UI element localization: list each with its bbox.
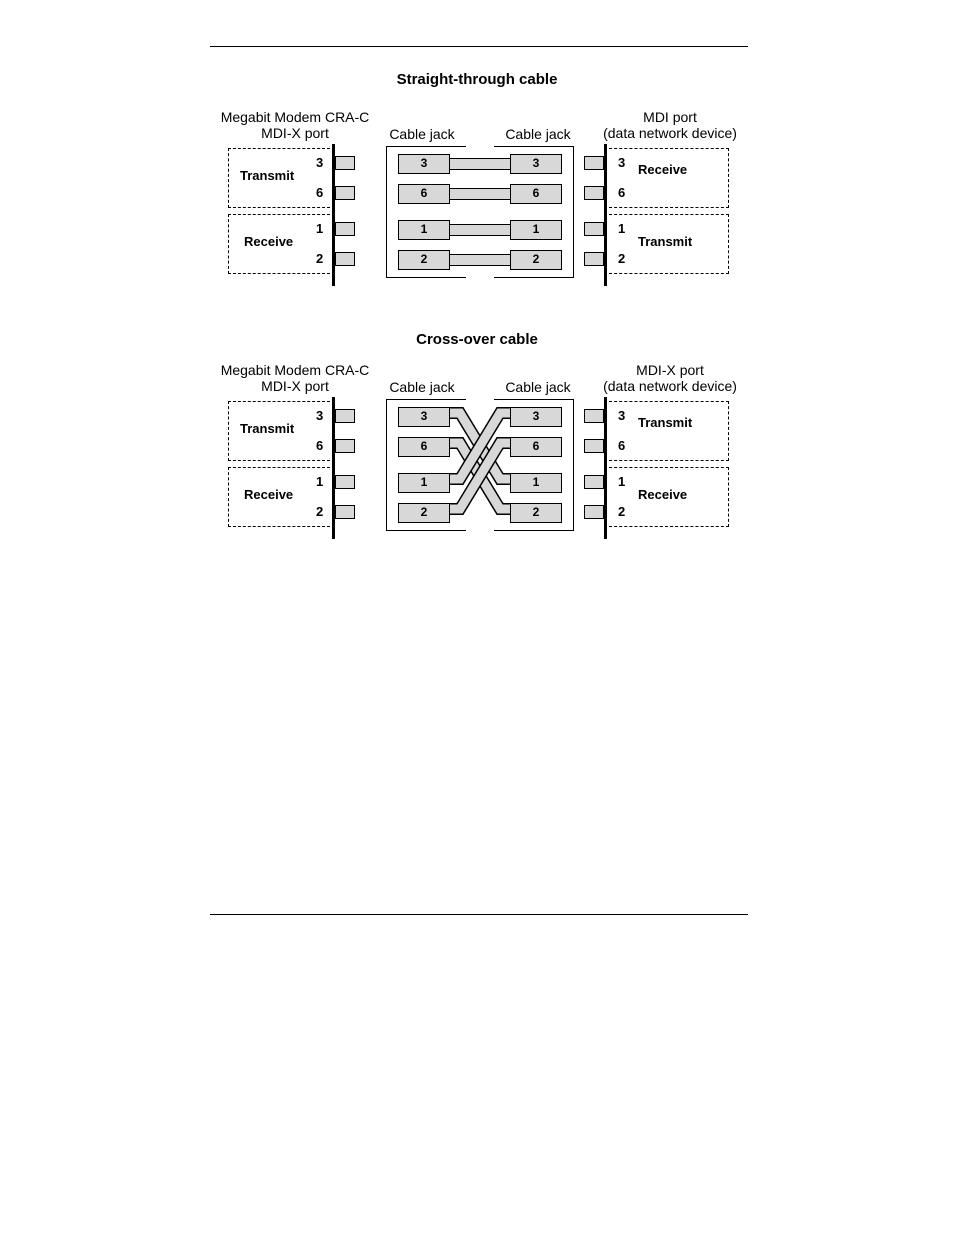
d2-right-tx: Transmit (638, 415, 692, 430)
d2-left-tx: Transmit (240, 421, 294, 436)
d2-jr-1: 1 (510, 473, 562, 493)
d1-right-pin-3: 3 (618, 155, 625, 170)
d2-right-port-label: MDI-X port (data network device) (590, 362, 750, 394)
d2-crossover-wires (450, 399, 510, 531)
d1-right-port-label-2: (data network device) (603, 125, 737, 141)
d1-right-rx: Receive (638, 162, 687, 177)
d1-jr-1: 1 (510, 220, 562, 240)
d1-left-stub-3 (335, 156, 355, 170)
d1-right-port-label: MDI port (data network device) (590, 109, 750, 141)
d2-jr-2: 2 (510, 503, 562, 523)
d1-left-stub-1 (335, 222, 355, 236)
d2-left-port-label-2: MDI-X port (261, 378, 329, 394)
d2-left-stub-1 (335, 475, 355, 489)
d1-left-port-label-2: MDI-X port (261, 125, 329, 141)
d2-left-stub-3 (335, 409, 355, 423)
d1-jr-3: 3 (510, 154, 562, 174)
d1-left-rx: Receive (244, 234, 293, 249)
d1-right-stub-6 (584, 186, 604, 200)
d1-right-stub-1 (584, 222, 604, 236)
d2-right-stub-3 (584, 409, 604, 423)
d1-right-pin-2: 2 (618, 251, 625, 266)
d1-jack-left-label: Cable jack (382, 126, 462, 142)
d2-jr-3: 3 (510, 407, 562, 427)
d1-left-pin-1: 1 (316, 221, 323, 236)
d1-right-port-label-1: MDI port (643, 109, 697, 125)
d2-left-stub-2 (335, 505, 355, 519)
d2-jl-3: 3 (398, 407, 450, 427)
d1-left-pin-6: 6 (316, 185, 323, 200)
d1-jl-1: 1 (398, 220, 450, 240)
d2-right-stub-6 (584, 439, 604, 453)
d1-right-rx-box (609, 148, 729, 208)
d1-right-pin-1: 1 (618, 221, 625, 236)
d1-jr-6: 6 (510, 184, 562, 204)
d2-right-pin-1: 1 (618, 474, 625, 489)
d2-right-stub-2 (584, 505, 604, 519)
d2-right-pin-6: 6 (618, 438, 625, 453)
d1-left-port-label: Megabit Modem CRA-C MDI-X port (215, 109, 375, 141)
d1-left-stub-6 (335, 186, 355, 200)
d2-jack-right-label: Cable jack (498, 379, 578, 395)
d2-left-stub-6 (335, 439, 355, 453)
d1-right-pin-6: 6 (618, 185, 625, 200)
d1-left-tx: Transmit (240, 168, 294, 183)
d1-right-stub-2 (584, 252, 604, 266)
d2-right-pin-3: 3 (618, 408, 625, 423)
d2-right-rx: Receive (638, 487, 687, 502)
d2-right-stub-1 (584, 475, 604, 489)
d1-left-stub-2 (335, 252, 355, 266)
d1-left-port-label-1: Megabit Modem CRA-C (221, 109, 370, 125)
d2-left-pin-2: 2 (316, 504, 323, 519)
d1-jl-2: 2 (398, 250, 450, 270)
d2-right-vert (604, 397, 607, 539)
d2-left-rx: Receive (244, 487, 293, 502)
d2-right-port-label-1: MDI-X port (636, 362, 704, 378)
d2-jl-2: 2 (398, 503, 450, 523)
d2-right-pin-2: 2 (618, 504, 625, 519)
d1-wire-6 (450, 188, 510, 200)
d1-wire-2 (450, 254, 510, 266)
d2-left-pin-3: 3 (316, 408, 323, 423)
footer-rule (210, 914, 748, 915)
d1-right-tx: Transmit (638, 234, 692, 249)
diagram2-title: Cross-over cable (0, 331, 954, 348)
d2-jr-6: 6 (510, 437, 562, 457)
d2-left-port-label-1: Megabit Modem CRA-C (221, 362, 370, 378)
d1-wire-1 (450, 224, 510, 236)
d2-left-port-label: Megabit Modem CRA-C MDI-X port (215, 362, 375, 394)
d1-left-pin-2: 2 (316, 251, 323, 266)
d2-left-pin-1: 1 (316, 474, 323, 489)
header-rule (210, 46, 748, 47)
d1-jl-6: 6 (398, 184, 450, 204)
d1-jl-3: 3 (398, 154, 450, 174)
d2-right-tx-box (609, 401, 729, 461)
d1-jack-right-label: Cable jack (498, 126, 578, 142)
d2-jack-left-label: Cable jack (382, 379, 462, 395)
d2-jl-6: 6 (398, 437, 450, 457)
d1-right-stub-3 (584, 156, 604, 170)
d1-left-pin-3: 3 (316, 155, 323, 170)
d2-jl-1: 1 (398, 473, 450, 493)
d1-jr-2: 2 (510, 250, 562, 270)
d1-right-vert (604, 144, 607, 286)
d2-left-pin-6: 6 (316, 438, 323, 453)
d2-right-port-label-2: (data network device) (603, 378, 737, 394)
diagram1-title: Straight-through cable (0, 71, 954, 88)
d1-wire-3 (450, 158, 510, 170)
